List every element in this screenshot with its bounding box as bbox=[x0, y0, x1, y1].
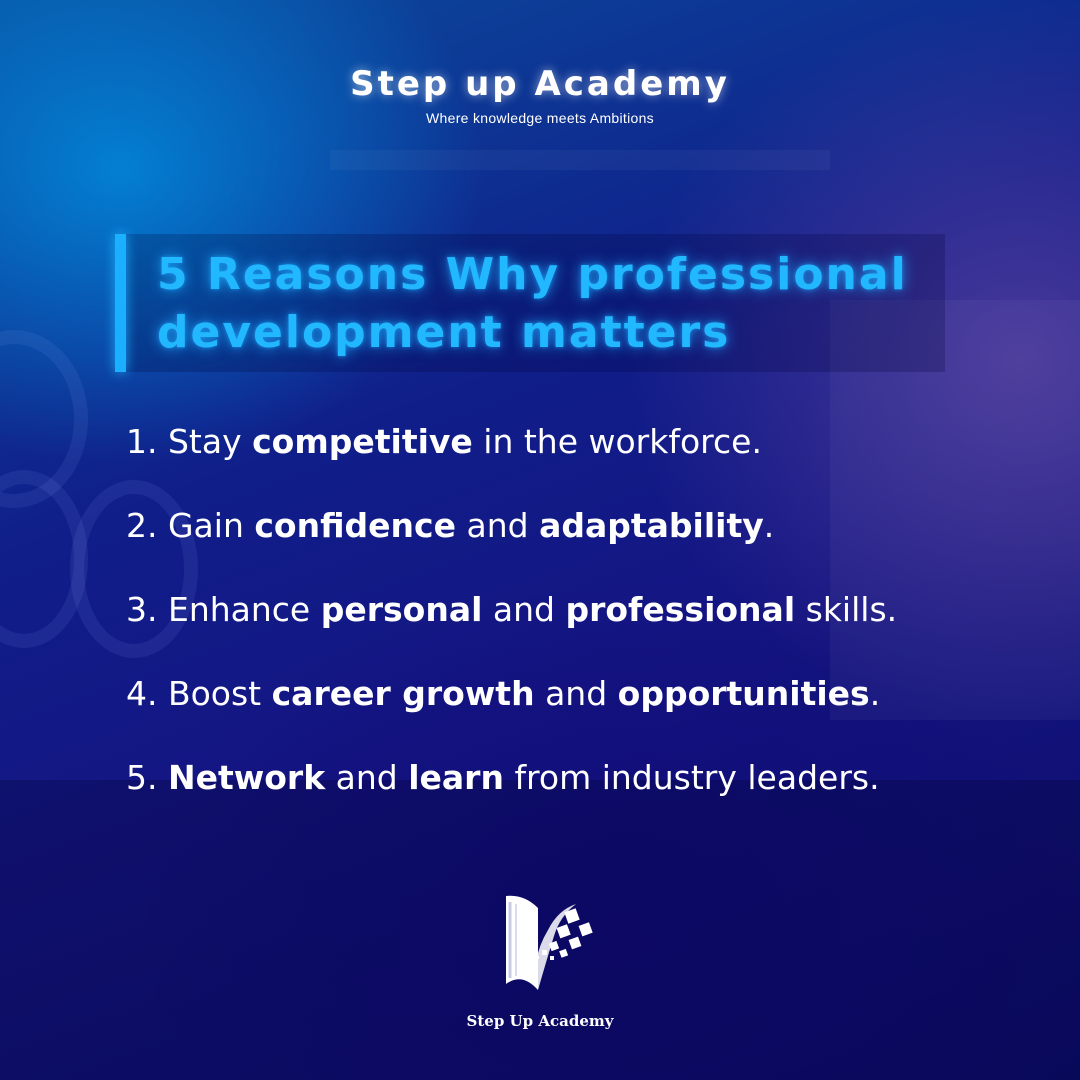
reason-text: 5. bbox=[126, 758, 168, 797]
reason-emphasis: adaptability bbox=[539, 506, 764, 545]
reason-text: 4. Boost bbox=[126, 674, 272, 713]
reason-text: . bbox=[763, 506, 775, 545]
reason-item-5: 5. Network and learn from industry leade… bbox=[126, 748, 897, 832]
book-pixels-logo-icon bbox=[506, 895, 593, 990]
brand-tagline: Where knowledge meets Ambitions bbox=[426, 110, 654, 126]
reason-emphasis: Network bbox=[167, 758, 326, 797]
reason-text: and bbox=[534, 674, 618, 713]
brand-header: Step up Academy Where knowledge meets Am… bbox=[0, 64, 1080, 126]
reason-text: skills. bbox=[795, 590, 898, 629]
reason-emphasis: confidence bbox=[254, 506, 456, 545]
reason-emphasis: professional bbox=[565, 590, 796, 629]
reasons-list: 1. Stay competitive in the workforce. 2. … bbox=[126, 412, 897, 832]
poster-canvas: Step up Academy Where knowledge meets Am… bbox=[0, 0, 1080, 1080]
reason-text: and bbox=[482, 590, 566, 629]
brand-title: Step up Academy bbox=[350, 64, 730, 104]
reason-item-3: 3. Enhance personal and professional ski… bbox=[126, 580, 897, 664]
academy-logo bbox=[470, 890, 610, 1000]
reason-item-2: 2. Gain confidence and adaptability. bbox=[126, 496, 897, 580]
headline-accent-bar bbox=[115, 234, 126, 372]
reason-emphasis: learn bbox=[408, 758, 504, 797]
reason-text: and bbox=[455, 506, 540, 545]
reason-text: 2. Gain bbox=[126, 506, 255, 545]
reason-text: 1. Stay bbox=[126, 422, 253, 461]
reason-text: from industry leaders. bbox=[503, 758, 880, 797]
reason-text: 3. Enhance bbox=[126, 590, 321, 629]
headline-line-1: 5 Reasons Why professional bbox=[157, 249, 908, 300]
reason-emphasis: competitive bbox=[252, 422, 473, 461]
background-ceiling-decoration bbox=[330, 150, 830, 170]
reason-item-1: 1. Stay competitive in the workforce. bbox=[126, 412, 897, 496]
logo-name: Step Up Academy bbox=[466, 1012, 614, 1030]
reason-item-4: 4. Boost career growth and opportunities… bbox=[126, 664, 897, 748]
reason-text: . bbox=[869, 674, 881, 713]
reason-text: and bbox=[325, 758, 409, 797]
headline: 5 Reasons Why professional development m… bbox=[157, 246, 908, 362]
reason-emphasis: opportunities bbox=[617, 674, 870, 713]
headline-line-2: development matters bbox=[157, 307, 731, 358]
reason-emphasis: personal bbox=[320, 590, 483, 629]
reason-text: in the workforce. bbox=[472, 422, 762, 461]
reason-emphasis: career growth bbox=[271, 674, 535, 713]
